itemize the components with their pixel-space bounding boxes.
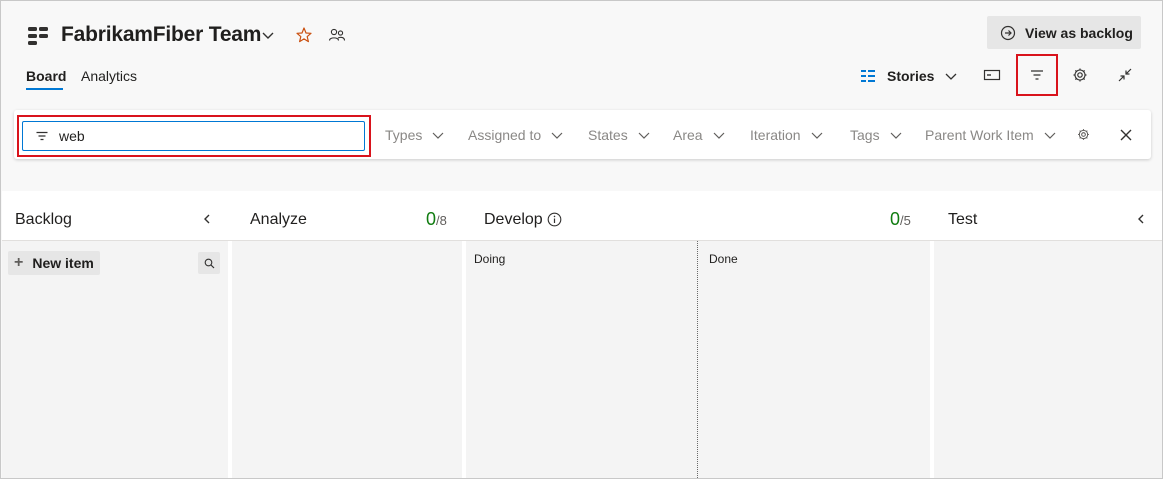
chevron-down-icon <box>1044 132 1056 139</box>
team-name[interactable]: FabrikamFiber Team <box>61 23 261 47</box>
analyze-limit: /8 <box>436 213 447 228</box>
develop-limit: /5 <box>900 213 911 228</box>
gear-icon[interactable] <box>1071 66 1089 84</box>
analyze-count: 0 <box>426 209 437 229</box>
chevron-down-icon <box>638 132 650 139</box>
chevron-left-icon[interactable] <box>201 213 213 225</box>
analyze-wip-count: 0/8 <box>426 209 447 230</box>
backlog-level-picker[interactable]: Stories <box>861 66 958 86</box>
chevron-down-icon <box>946 73 957 80</box>
chevron-down-icon <box>890 132 902 139</box>
tab-analytics[interactable]: Analytics <box>81 68 137 84</box>
team-members-icon[interactable] <box>328 26 346 44</box>
info-icon[interactable] <box>547 212 562 227</box>
star-icon[interactable] <box>295 26 313 44</box>
keyword-filter-highlight <box>17 115 371 157</box>
filter-tags[interactable]: Tags <box>850 127 903 143</box>
backlog-icon <box>861 70 875 82</box>
filter-iteration[interactable]: Iteration <box>750 127 824 143</box>
column-analyze <box>232 241 462 478</box>
column-test <box>934 241 1162 478</box>
column-header-backlog: Backlog <box>15 211 72 228</box>
filter-button-highlight <box>1016 54 1058 96</box>
filter-parent-work-item[interactable]: Parent Work Item <box>925 127 1057 143</box>
tab-board-selected-indicator <box>26 88 63 90</box>
plus-icon: + <box>14 254 24 271</box>
filter-area-label: Area <box>673 127 703 143</box>
develop-count: 0 <box>890 209 901 229</box>
filter-states-label: States <box>588 127 628 143</box>
develop-split-divider <box>697 241 698 478</box>
backlog-search-button[interactable] <box>198 252 220 274</box>
sub-column-done: Done <box>709 252 738 266</box>
chevron-left-icon[interactable] <box>1135 213 1147 225</box>
arrow-circle-right-icon <box>1000 25 1016 40</box>
filter-assigned-to[interactable]: Assigned to <box>468 127 564 143</box>
gear-icon[interactable] <box>1076 127 1091 142</box>
develop-wip-count: 0/5 <box>890 209 911 230</box>
new-item-label: New item <box>32 255 94 271</box>
new-item-button[interactable]: + New item <box>8 251 100 275</box>
search-icon <box>204 258 214 268</box>
filter-types[interactable]: Types <box>385 127 445 143</box>
column-header-analyze: Analyze <box>250 211 307 228</box>
filter-parent-work-item-label: Parent Work Item <box>925 127 1034 143</box>
sub-column-doing: Doing <box>474 252 506 266</box>
column-backlog <box>2 241 228 478</box>
close-icon[interactable] <box>1118 127 1134 143</box>
filter-types-label: Types <box>385 127 423 143</box>
view-as-backlog-button[interactable]: View as backlog <box>987 16 1141 49</box>
boards-page: FabrikamFiber Team View as backlog Board… <box>0 0 1163 479</box>
team-icon <box>28 27 48 45</box>
backlog-level-label: Stories <box>887 68 935 84</box>
collapse-icon[interactable] <box>1116 66 1134 84</box>
filter-iteration-label: Iteration <box>750 127 801 143</box>
column-header-develop: Develop <box>484 211 543 228</box>
chevron-down-icon <box>811 132 823 139</box>
filter-tags-label: Tags <box>850 127 880 143</box>
chevron-down-icon <box>713 132 725 139</box>
chevron-down-icon <box>432 132 444 139</box>
card-icon[interactable] <box>983 66 1001 84</box>
filter-assigned-to-label: Assigned to <box>468 127 542 143</box>
filter-states[interactable]: States <box>588 127 651 143</box>
chevron-down-icon <box>551 132 563 139</box>
column-develop <box>466 241 930 478</box>
view-as-backlog-label: View as backlog <box>1025 24 1133 41</box>
chevron-down-icon[interactable] <box>260 27 276 43</box>
tab-board[interactable]: Board <box>26 68 66 84</box>
column-header-test: Test <box>948 211 978 228</box>
filter-area[interactable]: Area <box>673 127 726 143</box>
